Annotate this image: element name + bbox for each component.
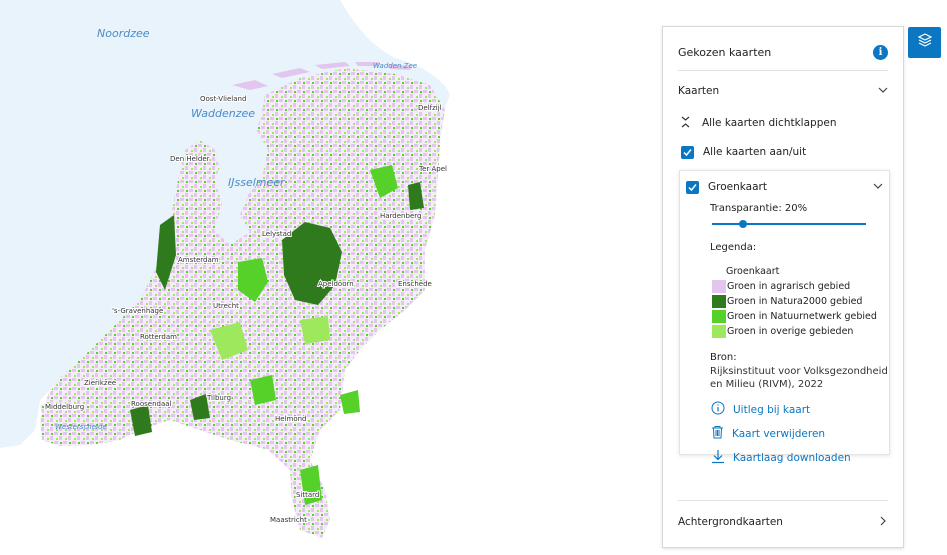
chevron-right-icon xyxy=(878,516,888,529)
sea-label-waddenzee: Waddenzee xyxy=(191,107,255,120)
legend-swatch xyxy=(712,295,726,308)
place-label: Enschede xyxy=(398,280,432,288)
place-label: 's-Gravenhage xyxy=(112,307,163,315)
explain-map-link[interactable]: Uitleg bij kaart xyxy=(711,401,810,418)
sea-label-westerschelde: Westerschelde xyxy=(55,423,107,431)
download-icon xyxy=(711,449,733,467)
background-maps-label: Achtergrondkaarten xyxy=(678,516,783,528)
legend-swatch xyxy=(712,325,726,338)
place-label: Sittard xyxy=(296,491,319,499)
download-layer-label: Kaartlaag downloaden xyxy=(733,452,851,464)
sea-label-ijsselmeer: IJsselmeer xyxy=(228,176,286,189)
background-maps-section[interactable]: Achtergrondkaarten xyxy=(678,513,888,531)
legend-label: Groen in Natuurnetwerk gebied xyxy=(727,311,877,322)
section-kaarten-label: Kaarten xyxy=(678,85,720,97)
legend-item: Groen in agrarisch gebied xyxy=(712,280,850,293)
legend-swatch xyxy=(712,310,726,323)
place-label: Middelburg xyxy=(45,403,84,411)
place-label: Amsterdam xyxy=(178,256,219,264)
legend-item: Groen in Natuurnetwerk gebied xyxy=(712,310,877,323)
place-label: Rotterdam xyxy=(140,333,177,341)
panel-title: Gekozen kaarten xyxy=(678,45,772,59)
section-kaarten-header[interactable]: Kaarten xyxy=(678,82,888,100)
place-label: Den Helder xyxy=(170,155,210,163)
panel-header: Gekozen kaarten i xyxy=(678,41,888,63)
info-circle-icon xyxy=(711,401,733,418)
legend-group-title: Groenkaart xyxy=(726,266,780,277)
place-label: Zierikzee xyxy=(84,379,116,387)
place-label: Tilburg xyxy=(206,394,231,402)
chosen-maps-panel: Gekozen kaarten i Kaarten Alle kaarten d… xyxy=(662,26,904,548)
collapse-all-label: Alle kaarten dichtklappen xyxy=(702,117,837,129)
place-label: Utrecht xyxy=(213,302,239,310)
source-text: Rijksinstituut voor Volksgezondheid en M… xyxy=(710,366,888,390)
transparency-slider[interactable] xyxy=(712,220,866,228)
collapse-icon xyxy=(681,116,690,131)
place-label: Delfzijl xyxy=(418,104,442,112)
divider xyxy=(678,500,888,501)
sea-label-noordzee: Noordzee xyxy=(97,27,150,40)
remove-map-button[interactable]: Kaart verwijderen xyxy=(711,425,825,442)
legend-label: Groen in agrarisch gebied xyxy=(727,281,851,292)
checkbox-checked-icon xyxy=(681,145,694,159)
place-label: Oost-Vlieland xyxy=(200,95,246,103)
legend-swatch xyxy=(712,280,726,293)
remove-map-label: Kaart verwijderen xyxy=(732,427,826,440)
layers-button[interactable] xyxy=(908,27,941,58)
sea-label-wadden-zee: Wadden Zee xyxy=(373,62,417,70)
layer-card-groenkaart: Groenkaart Transparantie: 20% Legenda: G… xyxy=(679,170,890,464)
place-label: Ter Apel xyxy=(418,165,447,173)
transparency-label: Transparantie: 20% xyxy=(710,203,808,214)
chevron-down-icon[interactable] xyxy=(873,181,883,194)
info-icon[interactable]: i xyxy=(873,44,888,60)
legend-title: Legenda: xyxy=(710,242,757,253)
legend-item: Groen in overige gebieden xyxy=(712,325,853,338)
place-label: Hardenberg xyxy=(380,212,421,220)
place-label: Maastricht xyxy=(270,516,307,524)
trash-icon xyxy=(711,425,732,442)
source-title: Bron: xyxy=(710,352,737,363)
download-layer-button[interactable]: Kaartlaag downloaden xyxy=(711,449,851,467)
legend-label: Groen in Natura2000 gebied xyxy=(727,296,863,307)
chevron-down-icon xyxy=(878,85,888,98)
divider xyxy=(678,70,888,71)
place-label: Lelystad xyxy=(262,230,291,238)
toggle-all-label: Alle kaarten aan/uit xyxy=(703,146,807,158)
checkbox-checked-icon[interactable] xyxy=(686,180,699,194)
place-label: Apeldoorn xyxy=(318,280,354,288)
collapse-all-button[interactable]: Alle kaarten dichtklappen xyxy=(681,114,888,132)
place-label: Roosendaal xyxy=(131,400,172,408)
layer-card-header[interactable]: Groenkaart xyxy=(686,179,883,195)
explain-map-label: Uitleg bij kaart xyxy=(733,403,811,416)
legend-item: Groen in Natura2000 gebied xyxy=(712,295,862,308)
legend-label: Groen in overige gebieden xyxy=(727,326,854,337)
slider-handle[interactable] xyxy=(738,220,747,228)
toggle-all-checkbox[interactable]: Alle kaarten aan/uit xyxy=(681,143,888,161)
layers-icon xyxy=(917,32,933,53)
place-label: Helmond xyxy=(275,415,307,423)
layer-name: Groenkaart xyxy=(708,181,767,193)
